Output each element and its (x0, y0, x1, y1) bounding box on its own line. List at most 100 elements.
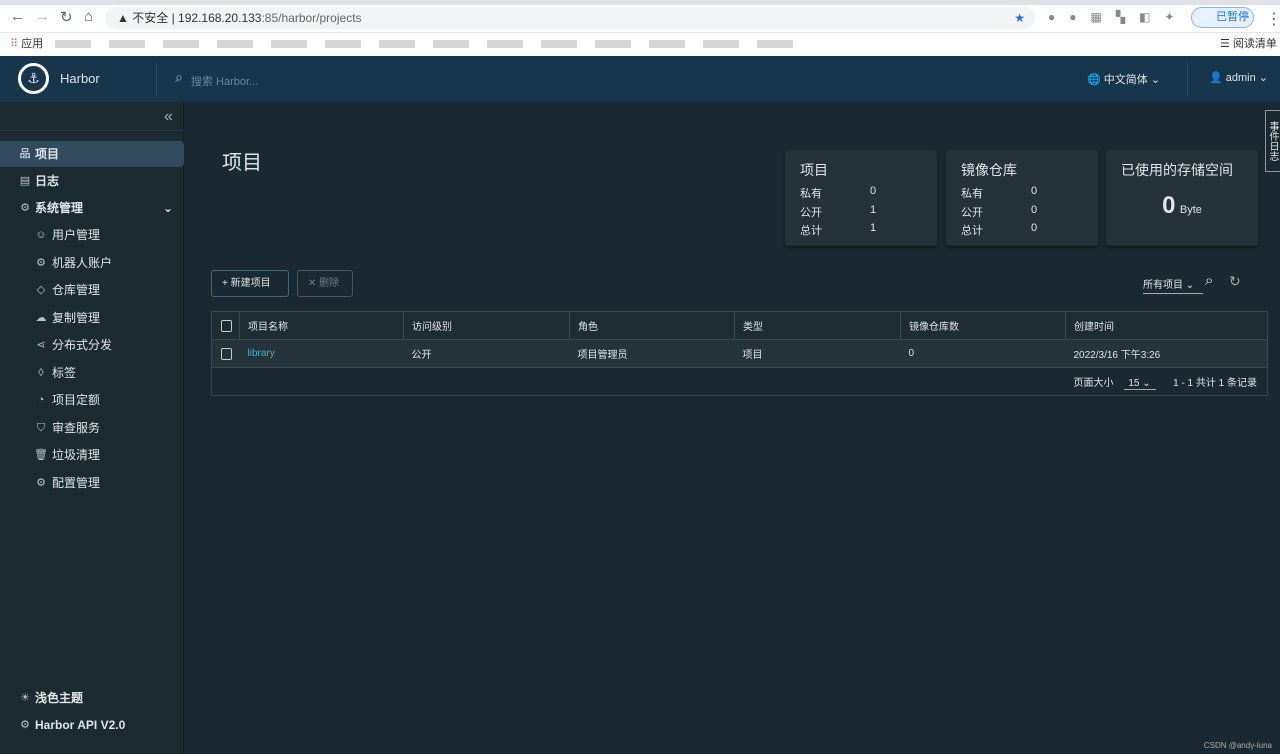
collapse-icon[interactable]: « (164, 108, 173, 126)
api-link[interactable]: ⚙ Harbor API V2.0 (0, 712, 184, 738)
search-icon: ⌕ (175, 69, 183, 85)
column-header[interactable]: 角色 (569, 311, 735, 340)
storage-card: 已使用的存储空间 0 Byte (1106, 150, 1258, 246)
total-count: 0 (1031, 222, 1038, 234)
sidebar-subitem[interactable]: ◔ 项目定额 (0, 387, 184, 413)
sidebar: « 品项目 ▤ 日志 ⚙ 系统管理 ⌄ ☺ 用户管理 ⚙ 机器人账户 ◇ 仓库管理 ☁ 复制管理 ⋖ 分… (0, 102, 184, 754)
sidebar-subitem[interactable]: ⛉ 审查服务 (0, 415, 184, 441)
private-label: 私有 (800, 188, 822, 200)
sidebar-subitem[interactable]: ⚙ 配置管理 (0, 470, 184, 496)
reading-list-label: 阅读清单 (1232, 38, 1277, 50)
tab-strip (0, 0, 1280, 5)
projects-table: 项目名称 访问级别 角色 类型 镜像仓库数 创建时间 library 公开 项目… (211, 311, 1268, 396)
total-label: 总计 (961, 225, 983, 237)
subitem-icon: ⚙ (36, 256, 46, 269)
profile-button[interactable]: 已暂停 (1191, 7, 1254, 28)
user-menu[interactable]: 👤 admin ⌄ (1209, 71, 1268, 84)
extension-icons[interactable]: ●●▦▚◧✦ (1048, 10, 1188, 24)
sidebar-subitem[interactable]: ☺ 用户管理 (0, 222, 184, 248)
address-bar[interactable]: ▲ 不安全 | 192.168.20.133:85/harbor/project… (105, 7, 1035, 29)
column-header[interactable]: 项目名称 (239, 311, 404, 340)
public-label: 公开 (961, 207, 983, 219)
page-size-select[interactable]: 15 ⌄ (1124, 378, 1157, 390)
repos-card: 镜像仓库 私有 0 公开 0 总计 0 (946, 150, 1098, 246)
sidebar-subitem[interactable]: ⋖ 分布式分发 (0, 332, 184, 358)
search-input[interactable]: 搜索 Harbor... (191, 73, 258, 89)
project-name-link[interactable]: library (239, 339, 404, 368)
security-label: 不安全 (132, 11, 169, 25)
filter-label: 所有项目 (1143, 280, 1183, 291)
table-footer: 页面大小 15 ⌄ 1 - 1 共计 1 条记录 (211, 367, 1268, 396)
select-all-checkbox[interactable] (221, 319, 232, 332)
apps-icon[interactable]: ⠿ (10, 38, 18, 50)
user-name: admin (1225, 72, 1256, 84)
url-path: :85/harbor/projects (261, 11, 362, 25)
forward-icon[interactable]: → (35, 8, 50, 25)
apps-link[interactable]: 应用 (21, 38, 43, 50)
menu-icon[interactable]: ⋮ (1266, 9, 1280, 29)
subitem-icon: ◔ (37, 394, 45, 406)
sidebar-subitem[interactable]: ◊ 标签 (0, 360, 184, 386)
api-icon: ⚙ (20, 719, 30, 731)
public-label: 公开 (800, 207, 822, 219)
bookmarks-bar: ⠿ 应用 ☰ 阅读清单 (0, 32, 1280, 54)
reload-icon[interactable]: ↻ (60, 8, 73, 26)
theme-label: 浅色主题 (35, 691, 84, 705)
sidebar-subitem-label: 分布式分发 (52, 338, 113, 352)
column-header[interactable]: 访问级别 (403, 311, 570, 340)
type: 项目 (734, 339, 901, 368)
language-selector[interactable]: 🌐 中文简体 ⌄ (1087, 71, 1160, 87)
table-row: library 公开 项目管理员 项目 0 2022/3/16 下午3:26 (211, 339, 1268, 368)
delete-label: 删除 (319, 278, 340, 289)
card-title: 已使用的存储空间 (1121, 162, 1233, 178)
column-header[interactable]: 创建时间 (1065, 311, 1268, 340)
sidebar-subitem-label: 复制管理 (52, 310, 101, 325)
new-project-label: 新建项目 (230, 278, 271, 289)
card-title: 镜像仓库 (961, 162, 1017, 178)
sidebar-subitem-label: 垃圾清理 (52, 448, 101, 462)
project-filter-select[interactable]: 所有项目 ⌄ (1143, 276, 1203, 294)
new-project-button[interactable]: + 新建项目 (211, 270, 289, 297)
language-label: 中文简体 (1103, 74, 1148, 86)
sidebar-subitem[interactable]: ☁ 复制管理 (0, 305, 184, 331)
sun-icon: ☀ (20, 692, 30, 704)
delete-button[interactable]: ✕ 删除 (297, 270, 353, 297)
public-count: 0 (1031, 204, 1038, 216)
storage-value: 0 (1162, 192, 1176, 219)
projects-card: 项目 私有 0 公开 1 总计 1 (785, 150, 937, 246)
reading-list[interactable]: ☰ 阅读清单 (1220, 33, 1277, 55)
event-log-tab[interactable]: 事件日志 (1265, 110, 1280, 172)
sidebar-item-label: 日志 (35, 174, 60, 188)
harbor-logo-icon[interactable]: ⚓ (18, 63, 49, 94)
browser-chrome: ← → ↻ ⌂ ▲ 不安全 | 192.168.20.133:85/harbor… (0, 0, 1280, 56)
search-icon[interactable]: ⌕ (1205, 272, 1213, 289)
sidebar-subitem-label: 用户管理 (52, 228, 101, 242)
sidebar-subitem[interactable]: ◇ 仓库管理 (0, 277, 184, 303)
subitem-icon: 🗑 (34, 449, 48, 461)
home-icon[interactable]: ⌂ (84, 8, 93, 25)
subitem-icon: ☺ (35, 229, 47, 241)
total-label: 总计 (800, 225, 822, 237)
sidebar-item-logs[interactable]: ▤ 日志 (0, 168, 184, 194)
card-title: 项目 (800, 162, 828, 178)
refresh-icon[interactable]: ↻ (1229, 273, 1241, 290)
column-header[interactable]: 镜像仓库数 (900, 311, 1066, 340)
back-icon[interactable]: ← (10, 8, 25, 25)
chevron-down-icon: ⌄ (163, 201, 174, 215)
sidebar-item-projects[interactable]: 品项目 (0, 141, 184, 167)
role: 项目管理员 (569, 339, 735, 368)
sidebar-subitem-label: 配置管理 (52, 475, 101, 490)
sidebar-item-label: 项目 (35, 147, 60, 161)
logs-icon: ▤ (19, 175, 31, 187)
column-header[interactable]: 类型 (734, 311, 901, 340)
projects-icon: 品 (19, 148, 31, 160)
bookmark-star-icon[interactable]: ★ (1014, 7, 1025, 29)
subitem-icon: ⋖ (36, 339, 46, 351)
warning-icon: ▲ (117, 11, 129, 25)
brand-name[interactable]: Harbor (60, 71, 100, 86)
sidebar-item-admin[interactable]: ⚙ 系统管理 ⌄ (0, 195, 184, 221)
theme-toggle[interactable]: ☀ 浅色主题 (0, 685, 184, 711)
sidebar-subitem[interactable]: ⚙ 机器人账户 (0, 250, 184, 276)
sidebar-subitem[interactable]: 🗑 垃圾清理 (0, 442, 184, 468)
row-checkbox[interactable] (221, 347, 232, 360)
